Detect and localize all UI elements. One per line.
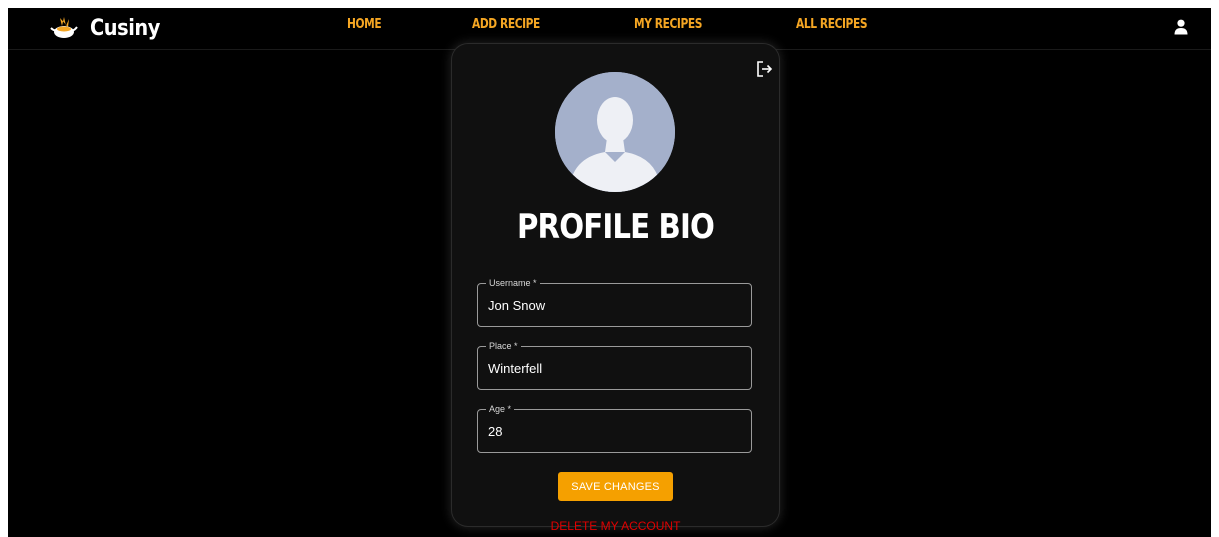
username-field: Username *	[477, 277, 752, 327]
nav-my-recipes-link[interactable]: MY RECIPES	[634, 17, 702, 32]
avatar	[555, 72, 675, 192]
place-field: Place *	[477, 340, 752, 390]
page-title: PROFILE BIO	[516, 207, 715, 247]
place-label: Place *	[486, 340, 521, 352]
profile-card: PROFILE BIO Username * Place * Age * SAV…	[452, 44, 779, 533]
nav-all-recipes-link[interactable]: ALL RECIPES	[796, 17, 868, 32]
avatar-silhouette-icon	[555, 72, 675, 192]
user-icon	[1174, 19, 1188, 35]
chef-pot-icon	[50, 17, 78, 38]
app-window: Cusiny HOME ADD RECIPE MY RECIPES ALL RE…	[8, 8, 1211, 537]
nav-add-recipe-link[interactable]: ADD RECIPE	[472, 17, 540, 32]
age-input[interactable]	[488, 424, 743, 439]
logout-button[interactable]	[755, 60, 773, 78]
age-label: Age *	[486, 403, 515, 415]
brand-name: Cusiny	[90, 15, 160, 41]
delete-account-link[interactable]: DELETE MY ACCOUNT	[452, 519, 779, 533]
username-input[interactable]	[488, 298, 743, 313]
username-label: Username *	[486, 277, 540, 289]
save-changes-button[interactable]: SAVE CHANGES	[558, 472, 673, 501]
nav-home-link[interactable]: HOME	[347, 17, 382, 32]
user-menu-button[interactable]	[1168, 14, 1194, 40]
age-field: Age *	[477, 403, 752, 453]
brand[interactable]: Cusiny	[48, 10, 169, 46]
logout-icon	[757, 61, 773, 77]
place-input[interactable]	[488, 361, 743, 376]
